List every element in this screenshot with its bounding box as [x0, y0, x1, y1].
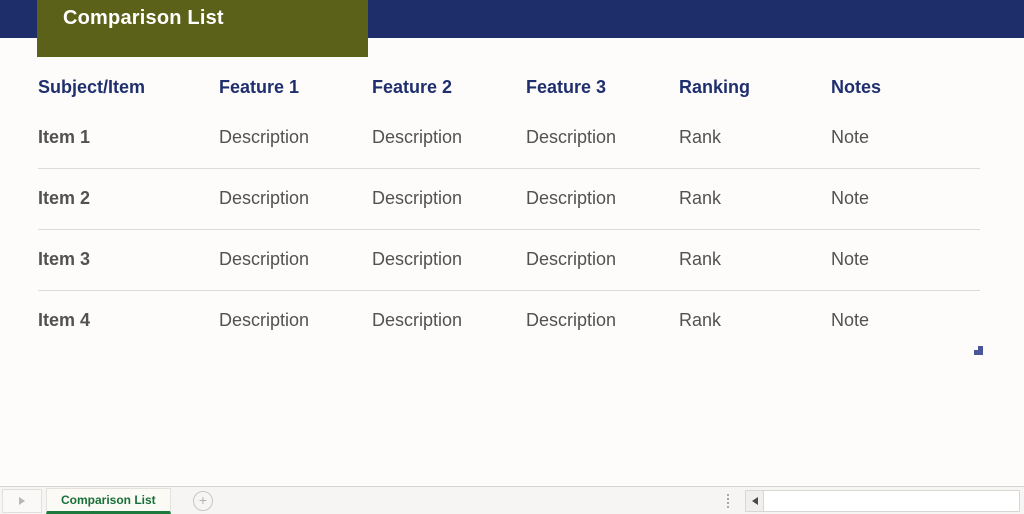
table-row[interactable]: Item 1 Description Description Descripti…: [38, 107, 980, 168]
sheet-tab-bar: Comparison List +: [0, 486, 1024, 514]
scrollbar-track[interactable]: [764, 491, 1019, 511]
column-header-feature-3[interactable]: Feature 3: [526, 68, 679, 107]
cell-item[interactable]: Item 1: [38, 107, 219, 168]
table-row[interactable]: Item 2 Description Description Descripti…: [38, 167, 980, 229]
cell-feature-2[interactable]: Description: [372, 228, 526, 290]
sheet-tab-label: Comparison List: [61, 493, 156, 507]
cell-notes[interactable]: Note: [831, 107, 980, 168]
cell-ranking[interactable]: Rank: [679, 289, 831, 351]
cell-notes[interactable]: Note: [831, 167, 980, 229]
sheet-tab-comparison-list[interactable]: Comparison List: [46, 488, 171, 514]
cell-feature-3[interactable]: Description: [526, 289, 679, 351]
cell-item[interactable]: Item 3: [38, 228, 219, 290]
horizontal-scrollbar[interactable]: [745, 490, 1020, 512]
cell-ranking[interactable]: Rank: [679, 167, 831, 229]
cell-feature-3[interactable]: Description: [526, 167, 679, 229]
column-header-feature-1[interactable]: Feature 1: [219, 68, 372, 107]
triangle-left-icon: [751, 497, 758, 505]
comparison-table-container: Subject/Item Feature 1 Feature 2 Feature…: [38, 68, 980, 351]
comparison-table: Subject/Item Feature 1 Feature 2 Feature…: [38, 68, 980, 351]
cell-feature-1[interactable]: Description: [219, 228, 372, 290]
add-sheet-button[interactable]: +: [193, 491, 213, 511]
page-title: Comparison List: [63, 7, 224, 29]
cell-notes[interactable]: Note: [831, 228, 980, 290]
spreadsheet-window: Comparison List Subject/Item Feature 1 F…: [0, 0, 1024, 514]
plus-icon: +: [198, 492, 208, 508]
cell-feature-2[interactable]: Description: [372, 289, 526, 351]
split-handle-icon[interactable]: [724, 493, 732, 509]
cell-feature-3[interactable]: Description: [526, 107, 679, 168]
cell-feature-1[interactable]: Description: [219, 289, 372, 351]
cell-ranking[interactable]: Rank: [679, 228, 831, 290]
table-row[interactable]: Item 3 Description Description Descripti…: [38, 228, 980, 290]
cell-feature-3[interactable]: Description: [526, 228, 679, 290]
table-resize-handle-icon[interactable]: [974, 346, 983, 355]
column-header-ranking[interactable]: Ranking: [679, 68, 831, 107]
cell-notes[interactable]: Note: [831, 289, 980, 351]
cell-feature-1[interactable]: Description: [219, 167, 372, 229]
cell-ranking[interactable]: Rank: [679, 107, 831, 168]
cell-item[interactable]: Item 2: [38, 167, 219, 229]
cell-feature-1[interactable]: Description: [219, 107, 372, 168]
cell-item[interactable]: Item 4: [38, 289, 219, 351]
triangle-right-icon: [19, 497, 25, 505]
table-header-row: Subject/Item Feature 1 Feature 2 Feature…: [38, 68, 980, 107]
cell-feature-2[interactable]: Description: [372, 167, 526, 229]
table-row[interactable]: Item 4 Description Description Descripti…: [38, 289, 980, 351]
column-header-notes[interactable]: Notes: [831, 68, 980, 107]
title-block: Comparison List: [37, 0, 368, 57]
column-header-subject[interactable]: Subject/Item: [38, 68, 219, 107]
table-body: Item 1 Description Description Descripti…: [38, 107, 980, 351]
sheet-nav-next-button[interactable]: [2, 489, 42, 513]
column-header-feature-2[interactable]: Feature 2: [372, 68, 526, 107]
scroll-left-button[interactable]: [746, 491, 764, 511]
cell-feature-2[interactable]: Description: [372, 107, 526, 168]
